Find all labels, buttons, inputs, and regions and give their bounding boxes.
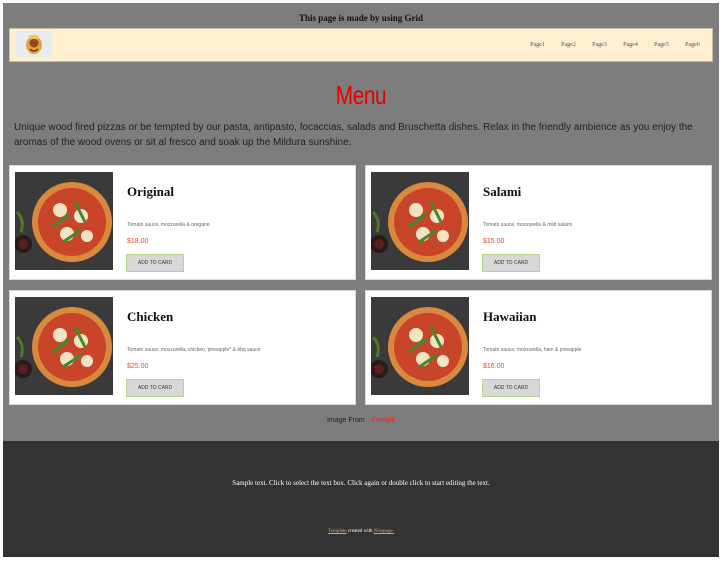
card-price: $18.00 [127,238,149,245]
pizza-image [371,297,469,395]
nav-item-page5[interactable]: Page5 [646,42,677,48]
footer-credits: Template created with Nicepage. [3,529,719,534]
pizza-illustration [371,297,469,395]
pizza-image [371,172,469,270]
card-description: Tomato sauce, mozzarella & mild salami [483,222,573,228]
card-description: Tomato sauce, mozzarella, ham & pineappl… [483,347,582,353]
add-to-card-button[interactable]: ADD TO CARD [482,254,540,272]
nav-item-page2[interactable]: Page2 [553,42,584,48]
nicepage-link[interactable]: Nicepage. [374,529,394,534]
logo[interactable] [16,31,52,57]
pizza-image [15,172,113,270]
nav-item-page1[interactable]: Page1 [522,42,553,48]
card-title: Chicken [127,309,174,324]
card-price: $15.00 [483,238,505,245]
template-link[interactable]: Template [328,529,347,534]
page-frame: This page is made by using Grid Page1 Pa… [3,3,719,557]
nav-item-page3[interactable]: Page3 [584,42,615,48]
card-description: Tomato sauce, mozzarella & oregano [127,222,210,228]
menu-intro: Unique wood fired pizzas or be tempted b… [14,122,693,148]
nav-links: Page1 Page2 Page3 Page4 Page5 Page6 [522,42,708,48]
pizza-chef-logo-icon [26,35,42,54]
footer-sample-text: Sample text. Click to select the text bo… [232,479,490,487]
card-title: Salami [483,184,522,199]
menu-title: Menu [335,80,387,110]
image-credit: Image From Freepik [3,417,719,424]
card-title: Hawaiian [483,309,537,324]
card-price: $16.00 [483,363,505,370]
image-credit-label: Image From [326,417,365,424]
card-description: Tomato sauce, mozzarella, chicken, pinea… [127,347,261,353]
created-with-text: created with [347,529,373,534]
add-to-card-button[interactable]: ADD TO CARD [482,379,540,397]
image-credit-link[interactable]: Freepik [372,417,395,424]
nav-item-page4[interactable]: Page4 [615,42,646,48]
menu-card-salami: Salami Tomato sauce, mozzarella & mild s… [365,165,712,280]
menu-card-chicken: Chicken Tomato sauce, mozzarella, chicke… [9,290,356,405]
pizza-illustration [15,297,113,395]
pizza-illustration [371,172,469,270]
add-to-card-button[interactable]: ADD TO CARD [126,254,184,272]
pizza-illustration [15,172,113,270]
menu-card-hawaiian: Hawaiian Tomato sauce, mozzarella, ham &… [365,290,712,405]
pizza-image [15,297,113,395]
card-price: $25.00 [127,363,149,370]
add-to-card-button[interactable]: ADD TO CARD [126,379,184,397]
nav-item-page6[interactable]: Page6 [677,42,708,48]
footer: Sample text. Click to select the text bo… [3,441,719,557]
page-note: This page is made by using Grid [298,13,424,23]
navbar: Page1 Page2 Page3 Page4 Page5 Page6 [9,28,713,62]
menu-card-original: Original Tomato sauce, mozzarella & oreg… [9,165,356,280]
card-title: Original [127,184,174,199]
